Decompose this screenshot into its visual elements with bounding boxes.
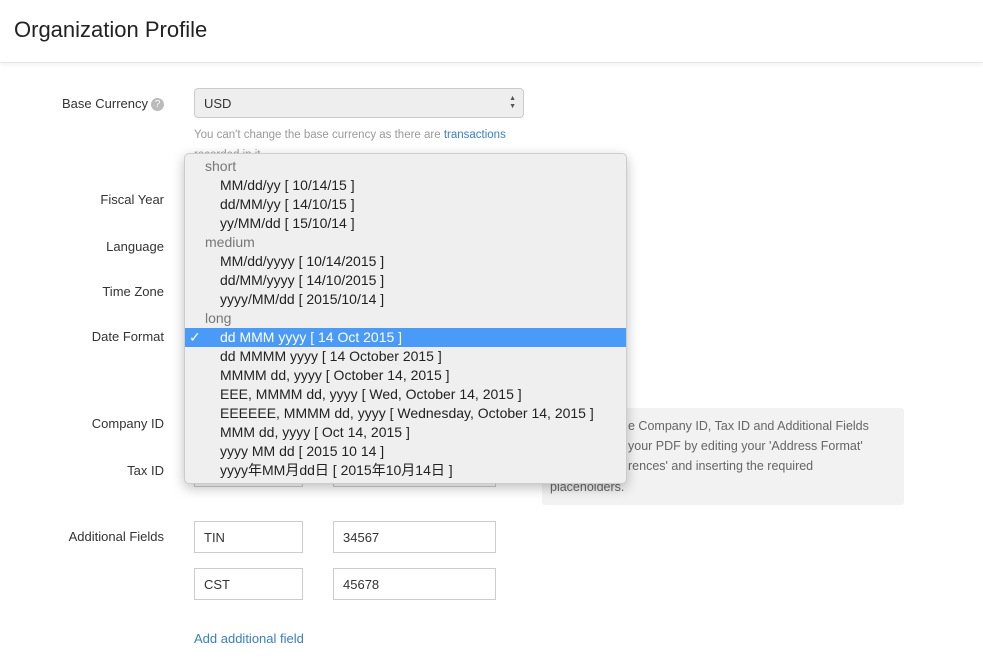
- base-currency-label: Base Currency?: [62, 96, 164, 111]
- base-currency-select[interactable]: USD ▲ ▼: [194, 88, 524, 118]
- page-title: Organization Profile: [14, 17, 208, 42]
- option-group-label: medium: [205, 234, 255, 250]
- date-format-dropdown[interactable]: short MM/dd/yy [ 10/14/15 ] dd/MM/yy [ 14/…: [184, 153, 627, 484]
- option-label: EEE, MMMM dd, yyyy [ Wed, October 14, 20…: [220, 386, 522, 402]
- select-arrows-icon: ▲ ▼: [509, 95, 516, 110]
- additional-field-value-input[interactable]: 45678: [333, 568, 496, 600]
- option-label: MM/dd/yy [ 10/14/15 ]: [220, 177, 355, 193]
- transactions-link[interactable]: transactions: [444, 129, 506, 141]
- date-format-option[interactable]: MMMM dd, yyyy [ October 14, 2015 ]: [185, 366, 626, 385]
- date-format-option[interactable]: MM/dd/yy [ 10/14/15 ]: [185, 176, 626, 195]
- option-label: yyyy/MM/dd [ 2015/10/14 ]: [220, 291, 385, 307]
- option-label: dd MMM yyyy [ 14 Oct 2015 ]: [220, 329, 403, 345]
- option-label: MMM dd, yyyy [ Oct 14, 2015 ]: [220, 424, 410, 440]
- date-format-option[interactable]: EEE, MMMM dd, yyyy [ Wed, October 14, 20…: [185, 385, 626, 404]
- option-group-label: long: [205, 310, 232, 326]
- option-label: dd/MM/yyyy [ 14/10/2015 ]: [220, 272, 385, 288]
- option-label: dd/MM/yy [ 14/10/15 ]: [220, 196, 355, 212]
- date-format-option[interactable]: yyyy年MM月dd日 [ 2015年10月14日 ]: [185, 461, 626, 480]
- date-format-option[interactable]: dd/MM/yyyy [ 14/10/2015 ]: [185, 271, 626, 290]
- date-format-option[interactable]: EEEEEE, MMMM dd, yyyy [ Wednesday, Octob…: [185, 404, 626, 423]
- checkmark-icon: ✓: [189, 329, 201, 345]
- date-format-option[interactable]: MM/dd/yyyy [ 10/14/2015 ]: [185, 252, 626, 271]
- add-additional-field-link[interactable]: Add additional field: [194, 631, 304, 646]
- time-zone-label: Time Zone: [102, 284, 164, 299]
- additional-fields-label: Additional Fields: [68, 529, 164, 544]
- company-id-label: Company ID: [91, 416, 164, 431]
- fiscal-year-label: Fiscal Year: [100, 192, 164, 207]
- additional-field-name-input[interactable]: CST: [194, 568, 303, 600]
- tax-id-label: Tax ID: [127, 463, 164, 478]
- language-label: Language: [106, 239, 164, 254]
- date-format-option[interactable]: dd MMMM yyyy [ 14 October 2015 ]: [185, 347, 626, 366]
- option-label: dd MMMM yyyy [ 14 October 2015 ]: [220, 348, 442, 364]
- option-label: yyyy MM dd [ 2015 10 14 ]: [220, 443, 385, 459]
- additional-field-value-input[interactable]: 34567: [333, 521, 496, 553]
- date-format-option[interactable]: yyyy/MM/dd [ 2015/10/14 ]: [185, 290, 626, 309]
- date-format-option[interactable]: yy/MM/dd [ 15/10/14 ]: [185, 214, 626, 233]
- page-header: Organization Profile: [0, 0, 983, 63]
- date-format-option[interactable]: ✓ dd MMM yyyy [ 14 Oct 2015 ]: [185, 328, 626, 347]
- option-label: yyyy年MM月dd日 [ 2015年10月14日 ]: [220, 462, 453, 478]
- date-format-option[interactable]: dd/MM/yy [ 14/10/15 ]: [185, 195, 626, 214]
- question-circle-icon[interactable]: ?: [151, 98, 164, 111]
- option-label: MMMM dd, yyyy [ October 14, 2015 ]: [220, 367, 450, 383]
- option-label: MM/dd/yyyy [ 10/14/2015 ]: [220, 253, 385, 269]
- option-label: EEEEEE, MMMM dd, yyyy [ Wednesday, Octob…: [220, 405, 594, 421]
- date-format-label: Date Format: [91, 329, 164, 344]
- option-group-label: short: [205, 158, 237, 174]
- additional-field-name-input[interactable]: TIN: [194, 521, 303, 553]
- date-format-option[interactable]: yyyy MM dd [ 2015 10 14 ]: [185, 442, 626, 461]
- option-label: yy/MM/dd [ 15/10/14 ]: [220, 215, 355, 231]
- date-format-option[interactable]: MMM dd, yyyy [ Oct 14, 2015 ]: [185, 423, 626, 442]
